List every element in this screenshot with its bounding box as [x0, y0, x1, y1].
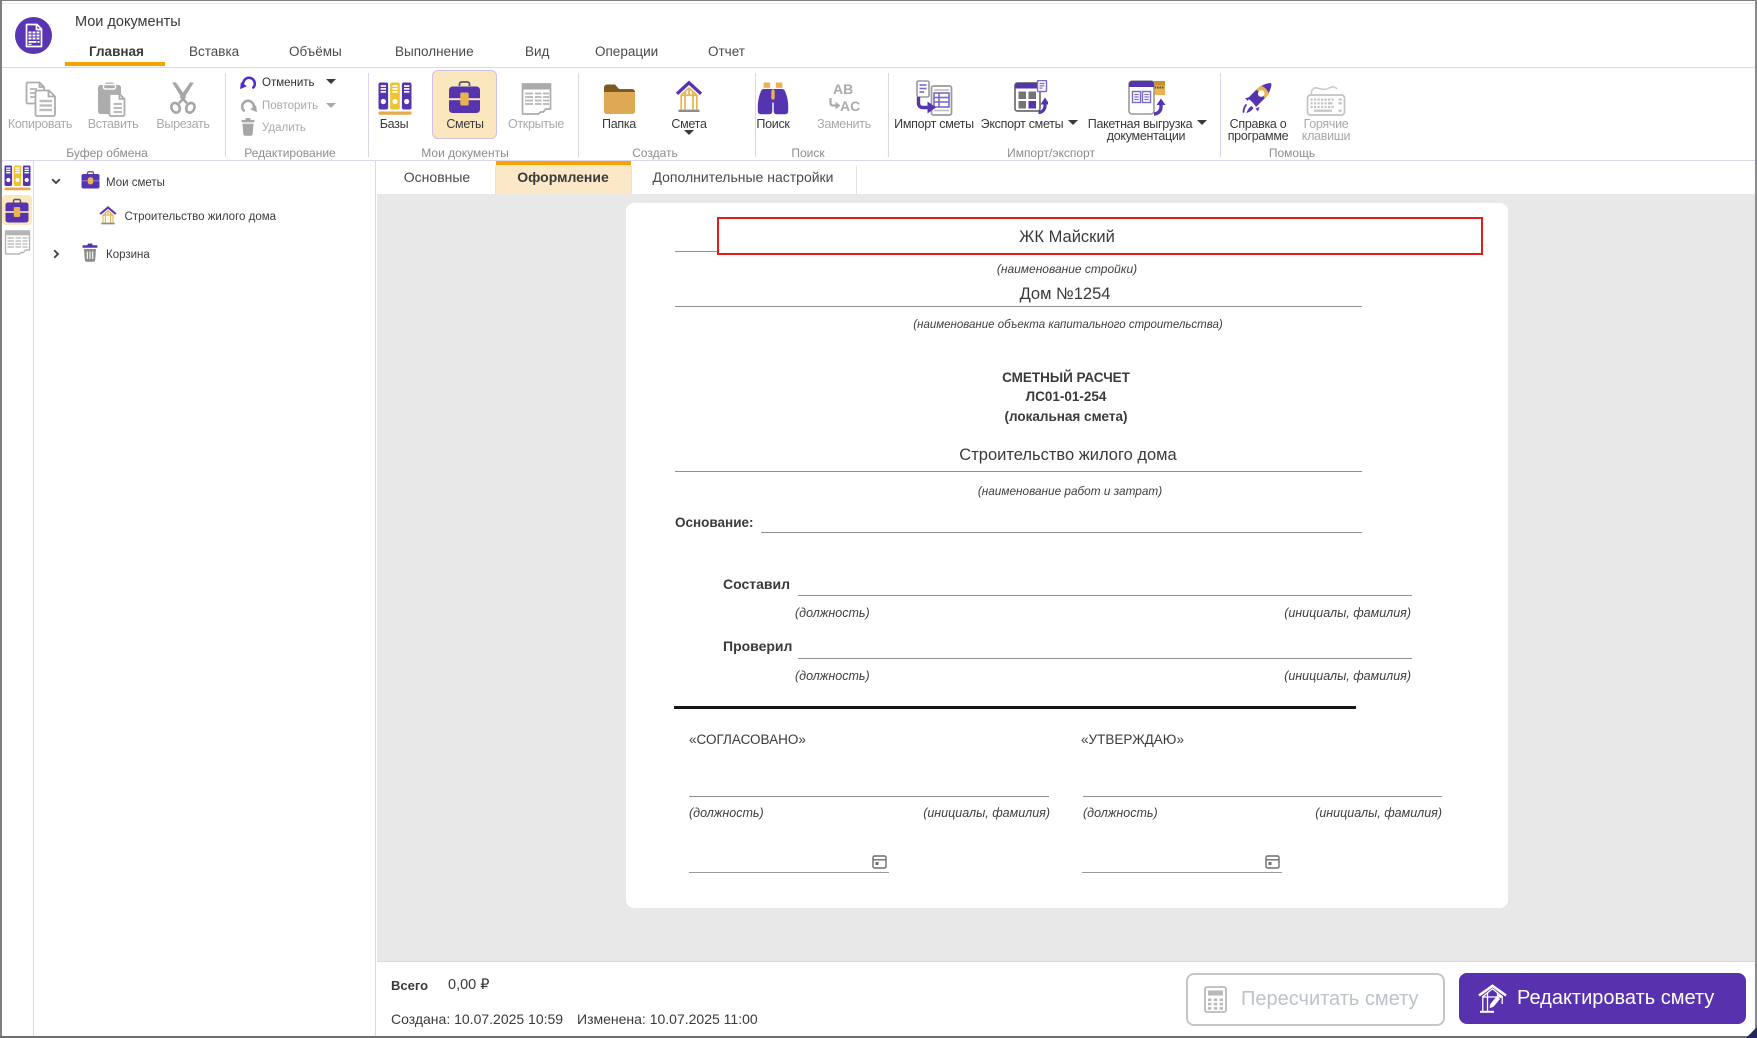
svg-text:AC: AC: [840, 98, 860, 114]
svg-text:AB: AB: [833, 82, 853, 97]
